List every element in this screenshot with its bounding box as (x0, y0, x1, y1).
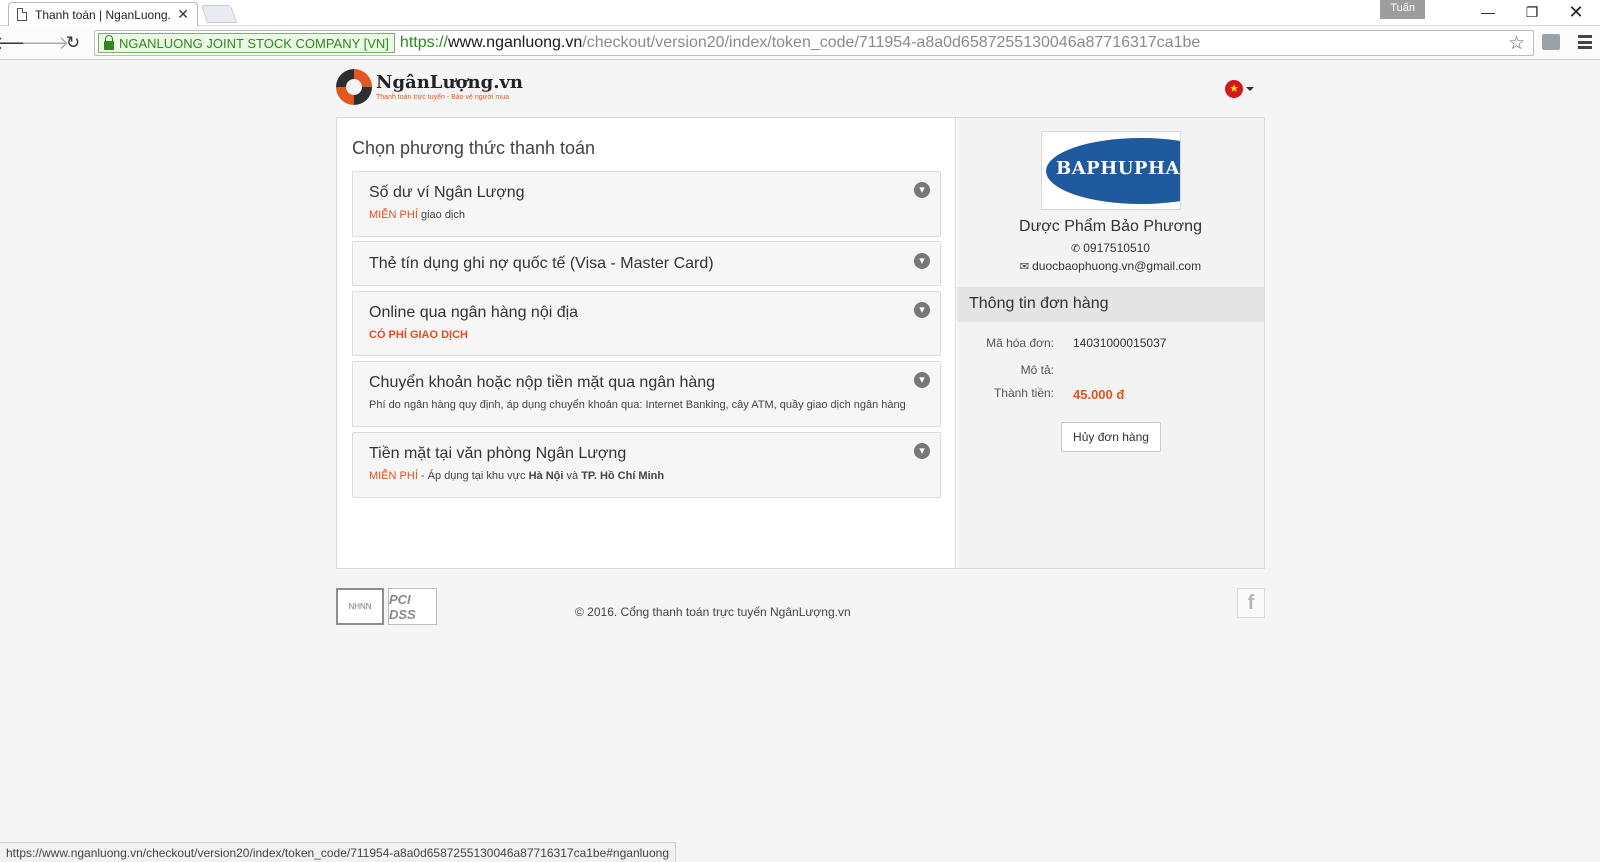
security-badges: NHNN PCI DSS (336, 588, 437, 625)
total-label: Thành tiền: (993, 386, 1054, 400)
ev-certificate-badge[interactable]: NGANLUONG JOINT STOCK COMPANY [VN] (98, 33, 395, 53)
method-subtitle: MIỄN PHÍ giao dịch (369, 209, 465, 221)
reload-icon[interactable]: ↻ (62, 32, 84, 54)
nganluong-logo[interactable]: NgânLượng.vn Thanh toán trực tuyến - Bảo… (336, 67, 523, 107)
minimize-button[interactable]: — (1466, 0, 1510, 24)
bookmark-star-icon[interactable]: ☆ (1508, 32, 1525, 55)
nhnn-badge[interactable]: NHNN (336, 588, 384, 625)
method-title: Chuyển khoản hoặc nộp tiền mặt qua ngân … (369, 374, 716, 391)
merchant-phone: ✆ 0917510510 (1071, 241, 1150, 255)
url-protocol: https:// (399, 34, 448, 51)
new-tab-button[interactable] (200, 5, 238, 23)
merchant-name: Dược Phẩm Bảo Phương (1019, 218, 1202, 235)
method-subtitle: Phí do ngân hàng quy định, áp dụng chuyể… (369, 399, 906, 411)
browser-tab[interactable]: Thanh toán | NganLuong. ✕ (8, 2, 198, 26)
order-info-heading: Thông tin đơn hàng (957, 287, 1264, 322)
page-content: NgânLượng.vn Thanh toán trực tuyến - Bảo… (0, 61, 1600, 862)
method-title: Số dư ví Ngân Lượng (369, 184, 525, 201)
close-window-button[interactable]: ✕ (1554, 0, 1598, 24)
order-info-column: BAPHUPHA Dược Phẩm Bảo Phương ✆ 091751051… (957, 118, 1264, 568)
checkout-panel: Chọn phương thức thanh toán Số dư ví Ngâ… (336, 117, 1265, 569)
url-path: /checkout/version20/index/token_code/711… (582, 34, 1201, 51)
method-domestic-banking[interactable]: Online qua ngân hàng nội địa CÓ PHÍ GIAO… (352, 291, 941, 356)
section-title: Chọn phương thức thanh toán (352, 138, 596, 158)
method-subtitle: MIỄN PHÍ - Áp dụng tại khu vực Hà Nội và… (369, 470, 665, 482)
method-bank-transfer[interactable]: Chuyển khoản hoặc nộp tiền mặt qua ngân … (352, 361, 941, 427)
lock-icon (104, 34, 114, 50)
logo-name: NgânLượng.vn (376, 71, 524, 93)
browser-toolbar: 🡐 🡒 ↻ NGANLUONG JOINT STOCK COMPANY [VN]… (0, 26, 1600, 60)
logo-mark-icon (336, 69, 372, 105)
description-label: Mô tả: (1020, 363, 1054, 377)
facebook-icon[interactable]: f (1237, 588, 1265, 618)
merchant-email: ✉ duocbaophuong.vn@gmail.com (1019, 259, 1202, 273)
method-cash-office[interactable]: Tiền mặt tại văn phòng Ngân Lượng MIỄN P… (352, 432, 941, 498)
invoice-value: 14031000015037 (1073, 336, 1167, 350)
method-international-card[interactable]: Thẻ tín dụng ghi nợ quốc tế (Visa - Mast… (352, 241, 941, 286)
merchant-logo: BAPHUPHA (1041, 131, 1181, 210)
tab-close-icon[interactable]: ✕ (177, 6, 189, 23)
page-icon (17, 8, 27, 21)
maximize-button[interactable]: ❐ (1510, 0, 1554, 24)
menu-icon[interactable] (1578, 35, 1592, 49)
method-title: Thẻ tín dụng ghi nợ quốc tế (Visa - Mast… (369, 255, 714, 272)
language-selector[interactable]: ★ (1225, 80, 1254, 98)
address-bar[interactable]: NGANLUONG JOINT STOCK COMPANY [VN] https… (94, 30, 1534, 56)
chevron-down-circle-icon[interactable]: ▾ (914, 443, 930, 459)
chevron-down-circle-icon[interactable]: ▾ (914, 372, 930, 388)
invoice-label: Mã hóa đơn: (986, 336, 1054, 350)
chevron-down-circle-icon[interactable]: ▾ (914, 253, 930, 269)
caret-down-icon (1246, 87, 1254, 91)
pci-dss-badge[interactable]: PCI DSS (388, 588, 437, 625)
envelope-icon: ✉ (1019, 261, 1030, 273)
method-title: Online qua ngân hàng nội địa (369, 304, 579, 321)
merchant-logo-text: BAPHUPHA (1056, 158, 1180, 179)
total-amount: 45.000 đ (1073, 387, 1125, 402)
status-bar-url: https://www.nganluong.vn/checkout/versio… (0, 842, 676, 862)
copyright-text: © 2016. Cổng thanh toán trực tuyến NgânL… (575, 605, 851, 619)
method-title: Tiền mặt tại văn phòng Ngân Lượng (369, 445, 627, 462)
tab-strip: Thanh toán | NganLuong. ✕ Tuấn — ❐ ✕ (0, 0, 1600, 26)
forward-arrow-icon[interactable]: 🡒 (21, 32, 69, 54)
payment-methods-column: Chọn phương thức thanh toán Số dư ví Ngâ… (337, 118, 956, 568)
ev-org-name: NGANLUONG JOINT STOCK COMPANY [VN] (119, 35, 389, 51)
tab-title: Thanh toán | NganLuong. (35, 7, 171, 22)
url-text[interactable]: https://www.nganluong.vn/checkout/versio… (400, 34, 1200, 52)
chevron-down-circle-icon[interactable]: ▾ (914, 182, 930, 198)
vietnam-flag-icon: ★ (1225, 80, 1243, 98)
cancel-order-button[interactable]: Hủy đơn hàng (1061, 422, 1161, 452)
chevron-down-circle-icon[interactable]: ▾ (914, 302, 930, 318)
url-host: www.nganluong.vn (447, 34, 583, 51)
method-wallet-balance[interactable]: Số dư ví Ngân Lượng MIỄN PHÍ giao dịch ▾ (352, 171, 941, 237)
method-subtitle: CÓ PHÍ GIAO DỊCH (369, 329, 469, 341)
logo-tagline: Thanh toán trực tuyến - Bảo vệ người mua (376, 93, 510, 101)
phone-icon: ✆ (1071, 243, 1081, 255)
extension-icon[interactable] (1542, 34, 1560, 50)
profile-button[interactable]: Tuấn (1380, 0, 1425, 19)
